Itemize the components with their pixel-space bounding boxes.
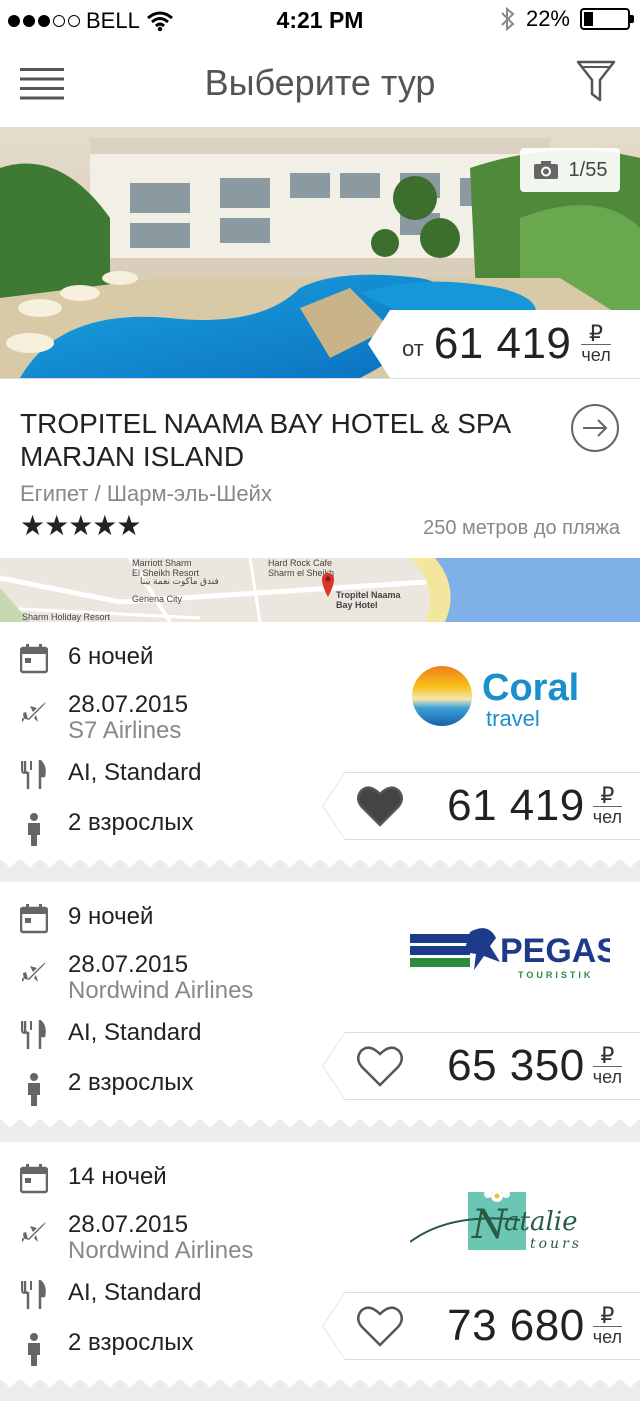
fork-knife-icon	[21, 760, 46, 789]
tour-offer-card-1[interactable]: 6 ночей 28.07.2015 S7 Airlines AI, Stand…	[0, 622, 640, 868]
location-map[interactable]: Marriott Sharm El Sheikh Resort فندق ماكو…	[0, 558, 640, 622]
favorite-heart-icon[interactable]	[357, 1305, 403, 1347]
offer-price-value: 61 419	[447, 781, 585, 830]
guests-count: 2 взрослых	[68, 1069, 194, 1096]
nights-count: 14 ночей	[68, 1163, 167, 1190]
operator-logo-natalie-tours: atalie tours N	[409, 1172, 610, 1262]
fork-knife-icon	[21, 1020, 46, 1049]
page-title: Выберите тур	[204, 62, 436, 103]
hotel-info[interactable]: TROPITEL NAAMA BAY HOTEL & SPA MARJAN IS…	[0, 378, 640, 558]
airline-name: Nordwind Airlines	[68, 977, 254, 1004]
battery-percent: 22%	[525, 6, 570, 31]
nights-count: 6 ночей	[68, 643, 154, 670]
card-zigzag-edge	[0, 1118, 640, 1128]
currency-per-person: ₽ чел	[592, 1042, 622, 1087]
calendar-icon	[20, 1164, 48, 1194]
map-marker-icon	[322, 573, 334, 597]
svg-text:N: N	[471, 1202, 509, 1248]
filter-icon[interactable]	[576, 60, 616, 102]
offer-price-value: 65 350	[447, 1041, 585, 1090]
calendar-icon	[20, 904, 48, 934]
price-prefix: от	[402, 336, 424, 361]
departure-date: 28.07.2015	[68, 691, 189, 718]
status-bar: BELL 4:21 PM 22%	[0, 0, 640, 40]
map-label-marriott-ar: فندق ماكوت نعمة بيتا	[140, 576, 219, 586]
offer-price-box[interactable]: 61 419 ₽ чел	[322, 772, 640, 840]
operator-logo-pegas-touristik: PEGAS TOURISTIK	[400, 912, 619, 1002]
guests-count: 2 взрослых	[68, 809, 194, 836]
map-label-hotel: Tropitel Naama Bay Hotel	[336, 590, 401, 610]
airplane-icon	[22, 702, 46, 722]
favorite-heart-icon[interactable]	[357, 785, 403, 827]
svg-text:Coral: Coral	[482, 667, 579, 709]
offer-price: 65 350 ₽ чел	[447, 1041, 622, 1091]
hotel-price-tag: от 61 419 ₽ чел	[368, 310, 640, 378]
camera-icon	[533, 161, 558, 179]
favorite-heart-icon[interactable]	[357, 1045, 403, 1087]
departure-date: 28.07.2015	[68, 951, 189, 978]
currency-per-person: ₽ чел	[581, 320, 611, 365]
person-icon	[28, 1333, 40, 1366]
card-zigzag-edge	[0, 1378, 640, 1388]
tour-offer-card-3[interactable]: 14 ночей 28.07.2015 Nordwind Airlines AI…	[0, 1142, 640, 1388]
svg-text:PEGAS: PEGAS	[500, 932, 610, 970]
hotel-name: TROPITEL NAAMA BAY HOTEL & SPA MARJAN IS…	[20, 408, 510, 472]
airline-name: S7 Airlines	[68, 717, 182, 744]
bluetooth-icon	[501, 6, 515, 32]
svg-text:TOURISTIK: TOURISTIK	[518, 970, 593, 980]
airplane-icon	[22, 962, 46, 982]
offer-price: 61 419 ₽ чел	[447, 781, 622, 831]
guests-count: 2 взрослых	[68, 1329, 194, 1356]
beach-distance: 250 метров до пляжа	[423, 517, 620, 539]
offer-price-box[interactable]: 73 680 ₽ чел	[322, 1292, 640, 1360]
card-zigzag-edge	[0, 858, 640, 868]
person-icon	[28, 1073, 40, 1106]
hotel-location: Египет / Шарм-эль-Шейх	[20, 481, 272, 506]
tour-offer-card-2[interactable]: 9 ночей 28.07.2015 Nordwind Airlines AI,…	[0, 882, 640, 1128]
svg-text:tours: tours	[530, 1236, 582, 1252]
departure-date: 28.07.2015	[68, 1211, 189, 1238]
offer-price-value: 73 680	[447, 1301, 585, 1350]
svg-text:atalie: atalie	[504, 1207, 577, 1237]
battery-icon	[580, 8, 634, 30]
person-icon	[28, 813, 40, 846]
nights-count: 9 ночей	[68, 903, 154, 930]
photo-counter[interactable]: 1/55	[520, 148, 620, 192]
offer-price: 73 680 ₽ чел	[447, 1301, 622, 1351]
map-label-marriott: Marriott Sharm El Sheikh Resort	[132, 558, 200, 578]
arrow-right-circle-icon[interactable]	[570, 403, 620, 453]
airline-name: Nordwind Airlines	[68, 1237, 254, 1264]
airplane-icon	[22, 1222, 46, 1242]
top-navigation-bar: Выберите тур	[0, 40, 640, 128]
operator-logo-coral-travel: Coral travel	[410, 652, 610, 742]
hotel-price: 61 419	[433, 319, 572, 368]
hotel-stars: ★★★★★	[20, 510, 142, 541]
map-label-holiday: Sharm Holiday Resort	[22, 612, 111, 622]
fork-knife-icon	[21, 1280, 46, 1309]
offer-price-box[interactable]: 65 350 ₽ чел	[322, 1032, 640, 1100]
currency-per-person: ₽ чел	[592, 782, 622, 827]
currency-per-person: ₽ чел	[592, 1302, 622, 1347]
map-label-genena: Genena City	[132, 594, 183, 604]
calendar-icon	[20, 644, 48, 674]
meal-plan: AI, Standard	[68, 759, 202, 786]
svg-text:travel: travel	[486, 706, 540, 731]
meal-plan: AI, Standard	[68, 1279, 202, 1306]
photo-counter-label: 1/55	[568, 158, 608, 181]
meal-plan: AI, Standard	[68, 1019, 202, 1046]
